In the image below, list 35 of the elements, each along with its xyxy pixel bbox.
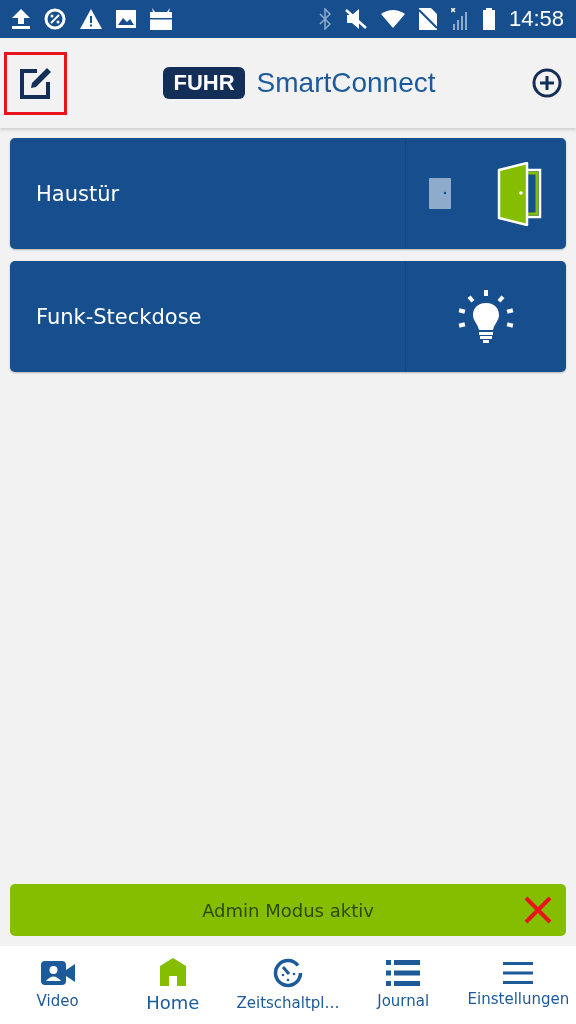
home-icon [159, 957, 186, 986]
nav-tab[interactable]: Journal [345, 946, 461, 1024]
mute-icon [344, 9, 367, 29]
list-icon [386, 960, 421, 986]
nav-tab[interactable]: Einstellungen [460, 946, 576, 1024]
video-camera-icon [40, 960, 75, 986]
clock-time: 14:58 [508, 6, 564, 32]
edit-button[interactable] [4, 51, 67, 115]
admin-mode-text: Admin Modus aktiv [202, 899, 374, 921]
edit-icon [18, 66, 53, 100]
image-icon [116, 10, 136, 28]
add-icon [532, 68, 562, 98]
logo-badge: FUHR [163, 67, 245, 99]
open-door-icon[interactable] [497, 161, 543, 226]
bluetooth-icon [318, 8, 331, 30]
menu-icon [503, 962, 534, 984]
device-card[interactable]: Funk-Steckdose [10, 261, 566, 372]
close-icon [524, 896, 552, 924]
nav-tab[interactable]: Zeitschaltpl… [230, 946, 346, 1024]
no-sim-icon [418, 8, 437, 30]
device-card[interactable]: Haustür [10, 138, 566, 249]
warning-icon [80, 9, 102, 29]
percent-circle-icon [44, 8, 66, 30]
signal-icon [450, 8, 469, 30]
device-name: Haustür [35, 180, 121, 208]
nav-tab[interactable]: Video [0, 946, 116, 1024]
wifi-icon [380, 10, 405, 28]
device-name: Funk-Steckdose [35, 303, 203, 331]
app-title: SmartConnect [256, 67, 436, 99]
light-bulb-icon[interactable] [458, 289, 514, 344]
timer-icon [273, 958, 303, 988]
battery-icon [482, 8, 495, 30]
add-button[interactable] [532, 68, 562, 98]
nav-tab[interactable]: Home [115, 946, 231, 1024]
upload-icon [12, 9, 30, 29]
